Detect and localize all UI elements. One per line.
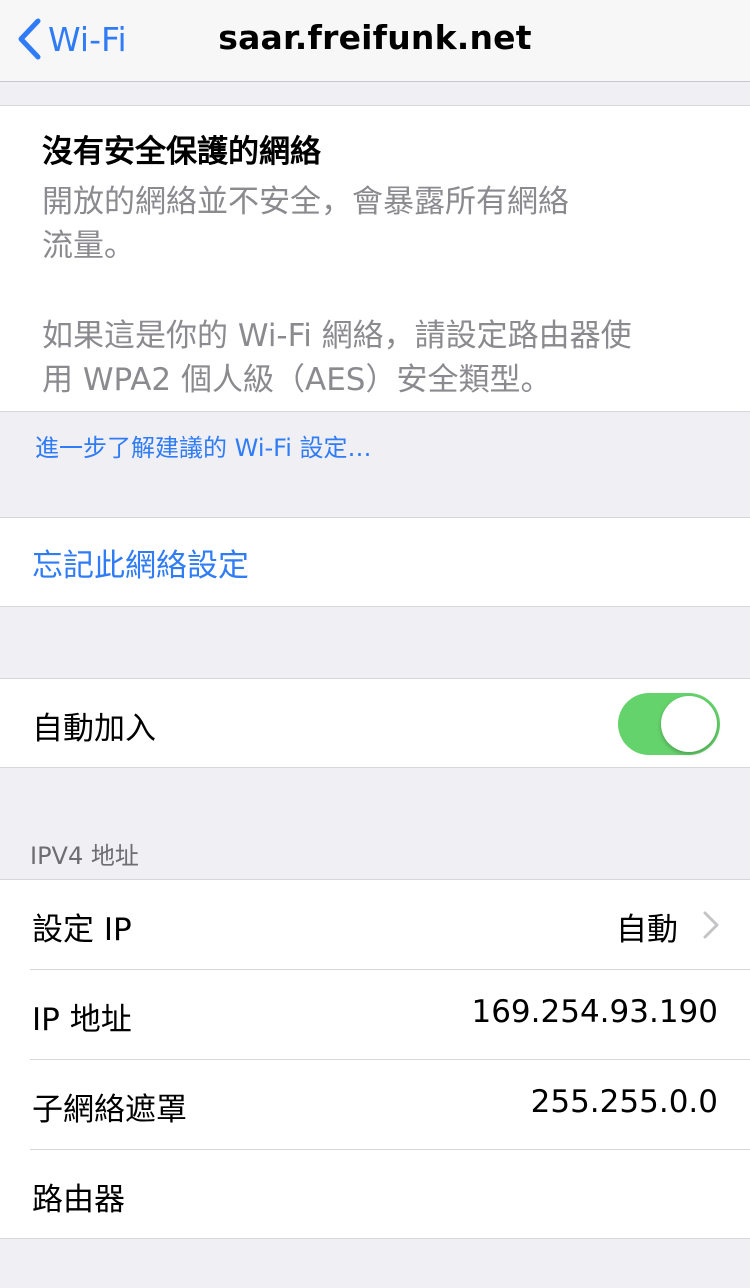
warning-title: 沒有安全保護的網絡 [42, 134, 321, 170]
security-warning-panel: 沒有安全保護的網絡 開放的網絡並不安全，會暴露所有網絡 流量。 如果這是你的 W… [0, 105, 750, 412]
page-title: saar.freifunk.net [218, 18, 532, 57]
auto-join-toggle[interactable] [618, 693, 720, 755]
warning-text-1-line-2: 流量。 [42, 228, 135, 264]
toggle-knob [661, 696, 717, 752]
ipv4-section-header: IPV4 地址 [30, 842, 139, 870]
warning-text-2: 如果這是你的 Wi-Fi 網絡，請設定路由器使 用 WPA2 個人級（AES）安… [42, 314, 712, 402]
subnet-mask-value: 255.255.0.0 [530, 1084, 718, 1120]
warning-text-1: 開放的網絡並不安全，會暴露所有網絡 流量。 [42, 180, 712, 268]
auto-join-label: 自動加入 [32, 711, 156, 747]
configure-ip-label: 設定 IP [32, 912, 132, 948]
forget-network-button[interactable]: 忘記此網絡設定 [32, 540, 249, 585]
ip-address-row: IP 地址 169.254.93.190 [0, 970, 750, 1060]
router-row: 路由器 [0, 1150, 750, 1240]
subnet-mask-label: 子網絡遮罩 [32, 1092, 187, 1128]
ipv4-group: 設定 IP 自動 IP 地址 169.254.93.190 子網絡遮罩 255.… [0, 879, 750, 1239]
configure-ip-row[interactable]: 設定 IP 自動 [0, 880, 750, 970]
router-label: 路由器 [32, 1182, 125, 1218]
ip-address-label: IP 地址 [32, 1002, 132, 1038]
navigation-bar: Wi-Fi saar.freifunk.net [0, 0, 750, 82]
configure-ip-value: 自動 [616, 912, 678, 948]
subnet-mask-row: 子網絡遮罩 255.255.0.0 [0, 1060, 750, 1150]
warning-text-1-line-1: 開放的網絡並不安全，會暴露所有網絡 [42, 184, 569, 220]
learn-more-link[interactable]: 進一步了解建議的 Wi-Fi 設定… [35, 428, 372, 463]
auto-join-cell: 自動加入 [0, 678, 750, 768]
warning-text-2-line-2: 用 WPA2 個人級（AES）安全類型。 [42, 362, 552, 398]
chevron-right-icon [703, 911, 719, 939]
forget-network-cell[interactable]: 忘記此網絡設定 [0, 517, 750, 607]
ip-address-value: 169.254.93.190 [471, 994, 718, 1030]
warning-text-2-line-1: 如果這是你的 Wi-Fi 網絡，請設定路由器使 [42, 318, 632, 354]
